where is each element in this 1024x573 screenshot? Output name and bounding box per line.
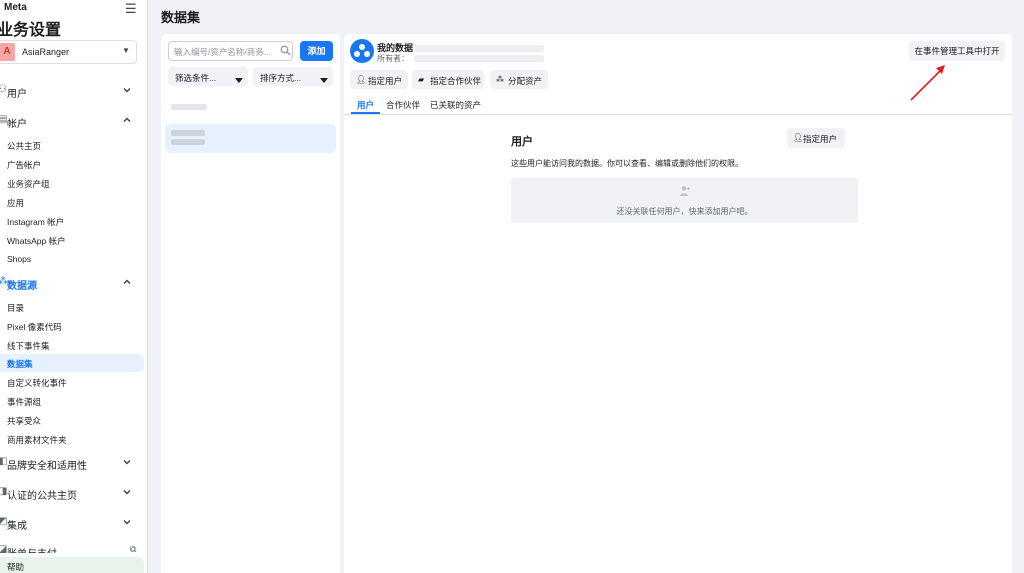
sort-label: 排序方式... <box>260 73 302 83</box>
person-icon: 👤︎ <box>793 133 804 142</box>
sidebar-item-event-source-groups[interactable]: 事件源组 <box>7 396 41 408</box>
caret-down-icon: ▼ <box>122 46 130 55</box>
sidebar-section-accounts[interactable]: ▤ 帐户 <box>0 111 147 131</box>
chevron-down-icon <box>122 517 132 527</box>
open-in-events-manager-button[interactable]: 在事件管理工具中打开 <box>909 41 1005 61</box>
sidebar-item-shops[interactable]: Shops <box>7 254 31 264</box>
red-arrow-annotation <box>910 65 945 101</box>
dataset-icon <box>354 44 370 57</box>
owner-value-blurred <box>414 45 544 52</box>
briefcase-icon: ▤ <box>0 114 7 126</box>
chevron-down-icon <box>122 85 132 95</box>
search-icon[interactable] <box>280 45 291 59</box>
briefcase-icon: ▰ <box>418 75 425 84</box>
data-source-icon: ⁂ <box>0 276 8 288</box>
sidebar-section-label: 集成 <box>7 521 27 532</box>
empty-state: 还没关联任何用户，快来添加用户吧。 <box>511 178 858 223</box>
users-description: 这些用户能访问我的数据。你可以查看、编辑或删除他们的权限。 <box>511 159 743 168</box>
chevron-up-icon <box>122 115 132 125</box>
account-selector[interactable]: A AsiaRanger ▼ <box>0 40 137 64</box>
page-section-title: 业务设置 <box>0 22 62 39</box>
sidebar-section-verified-pages[interactable]: ◨ 认证的公共主页 <box>0 483 147 503</box>
sidebar-section-data-sources[interactable]: ⁂ 数据源 <box>0 273 147 293</box>
sidebar-item-datasets[interactable]: 数据集 <box>7 358 33 370</box>
search-input[interactable] <box>174 45 274 58</box>
dataset-detail-panel: 我的数据 所有者： 在事件管理工具中打开 👤︎ 指定用户 ▰ 指定合作伙伴 ⁂ … <box>344 34 1012 573</box>
chevron-down-icon <box>122 457 132 467</box>
sidebar-section-label: 账单与支付 <box>7 545 57 553</box>
tab-partners[interactable]: 合作伙伴 <box>386 99 420 111</box>
billing-icon: ◪ <box>0 544 7 553</box>
dataset-list-panel: 添加 筛选条件... 排序方式... <box>161 34 340 573</box>
page-title: 数据集 <box>161 10 201 25</box>
tab-users[interactable]: 用户 <box>357 99 374 111</box>
dataset-avatar <box>350 39 374 63</box>
list-item-blurred-line <box>171 139 205 145</box>
sidebar-item-custom-conversions[interactable]: 自定义转化事件 <box>7 377 67 389</box>
account-name: AsiaRanger <box>22 47 70 57</box>
sidebar-section-users[interactable]: ⚇ 用户 <box>0 81 147 101</box>
caret-down-icon <box>235 73 243 83</box>
shield-icon: ◧ <box>0 456 7 468</box>
button-label: 指定合作伙伴 <box>430 76 482 86</box>
add-person-icon <box>679 185 691 200</box>
integration-icon: ◩ <box>0 516 7 528</box>
sidebar: Meta ☰ 业务设置 A AsiaRanger ▼ ⚇ 用户 ▤ 帐户 公共主… <box>0 0 148 573</box>
sidebar-section-label: 品牌安全和适用性 <box>7 461 87 472</box>
empty-state-text: 还没关联任何用户，快来添加用户吧。 <box>616 207 753 216</box>
external-link-icon[interactable]: ⧉ <box>130 544 136 555</box>
sidebar-item-ad-accounts[interactable]: 广告帐户 <box>7 159 41 171</box>
caret-down-icon <box>320 73 328 83</box>
list-item-blurred[interactable] <box>171 104 207 110</box>
sidebar-item-shared-audiences[interactable]: 共享受众 <box>7 415 41 427</box>
list-item-selected[interactable] <box>165 124 336 153</box>
sidebar-item-instagram[interactable]: Instagram 帐户 <box>7 216 64 228</box>
button-label: 指定用户 <box>368 76 403 86</box>
button-label: 分配资产 <box>508 76 543 86</box>
person-icon: 👤︎ <box>356 75 367 84</box>
hamburger-menu-icon[interactable]: ☰ <box>125 1 137 17</box>
sidebar-item-business-asset-groups[interactable]: 业务资产组 <box>7 178 50 190</box>
help-label: 帮助 <box>7 562 25 572</box>
add-button[interactable]: 添加 <box>300 41 333 61</box>
filter-label: 筛选条件... <box>175 73 217 83</box>
meta-logo: Meta <box>4 2 27 13</box>
sidebar-item-pixels[interactable]: Pixel 像素代码 <box>7 321 62 333</box>
assign-partners-button[interactable]: ▰ 指定合作伙伴 <box>412 70 484 89</box>
sidebar-item-whatsapp[interactable]: WhatsApp 帐户 <box>7 235 66 247</box>
help-item[interactable]: 帮助 <box>0 557 144 573</box>
list-item-blurred-line <box>171 130 205 136</box>
user-icon: ⚇ <box>0 84 7 96</box>
badge-icon: ◨ <box>0 486 7 498</box>
owner-value-blurred <box>414 55 544 62</box>
sidebar-item-offline-event-sets[interactable]: 线下事件集 <box>7 340 50 352</box>
tab-divider <box>344 114 1012 115</box>
users-section-title: 用户 <box>511 136 533 148</box>
sidebar-item-apps[interactable]: 应用 <box>7 197 24 209</box>
sidebar-section-label: 用户 <box>7 89 27 100</box>
sidebar-section-billing[interactable]: ◪ 账单与支付 <box>0 541 147 553</box>
chevron-up-icon <box>122 277 132 287</box>
sidebar-section-brand-safety[interactable]: ◧ 品牌安全和适用性 <box>0 453 147 473</box>
button-label: 指定用户 <box>803 134 838 144</box>
assets-icon: ⁂ <box>496 75 504 84</box>
brand-row: Meta ☰ <box>0 0 147 17</box>
account-avatar: A <box>0 43 15 61</box>
assign-users-button-secondary[interactable]: 👤︎ 指定用户 <box>787 128 845 148</box>
chevron-down-icon <box>122 487 132 497</box>
sidebar-item-creative-folders[interactable]: 商用素材文件夹 <box>7 434 67 446</box>
sidebar-section-label: 认证的公共主页 <box>7 491 77 502</box>
filter-dropdown[interactable]: 筛选条件... <box>168 67 248 86</box>
search-box[interactable] <box>168 41 293 61</box>
sidebar-section-integrations[interactable]: ◩ 集成 <box>0 513 147 533</box>
sidebar-section-label: 数据源 <box>7 281 37 292</box>
sort-dropdown[interactable]: 排序方式... <box>253 67 333 86</box>
sidebar-section-label: 帐户 <box>7 119 27 130</box>
assign-users-button[interactable]: 👤︎ 指定用户 <box>350 70 408 89</box>
sidebar-item-catalogs[interactable]: 目录 <box>7 302 24 314</box>
sidebar-item-pages[interactable]: 公共主页 <box>7 140 41 152</box>
dataset-owner-label: 所有者： <box>377 54 409 63</box>
assign-assets-button[interactable]: ⁂ 分配资产 <box>490 70 548 89</box>
tab-connected-assets[interactable]: 已关联的资产 <box>430 99 481 111</box>
